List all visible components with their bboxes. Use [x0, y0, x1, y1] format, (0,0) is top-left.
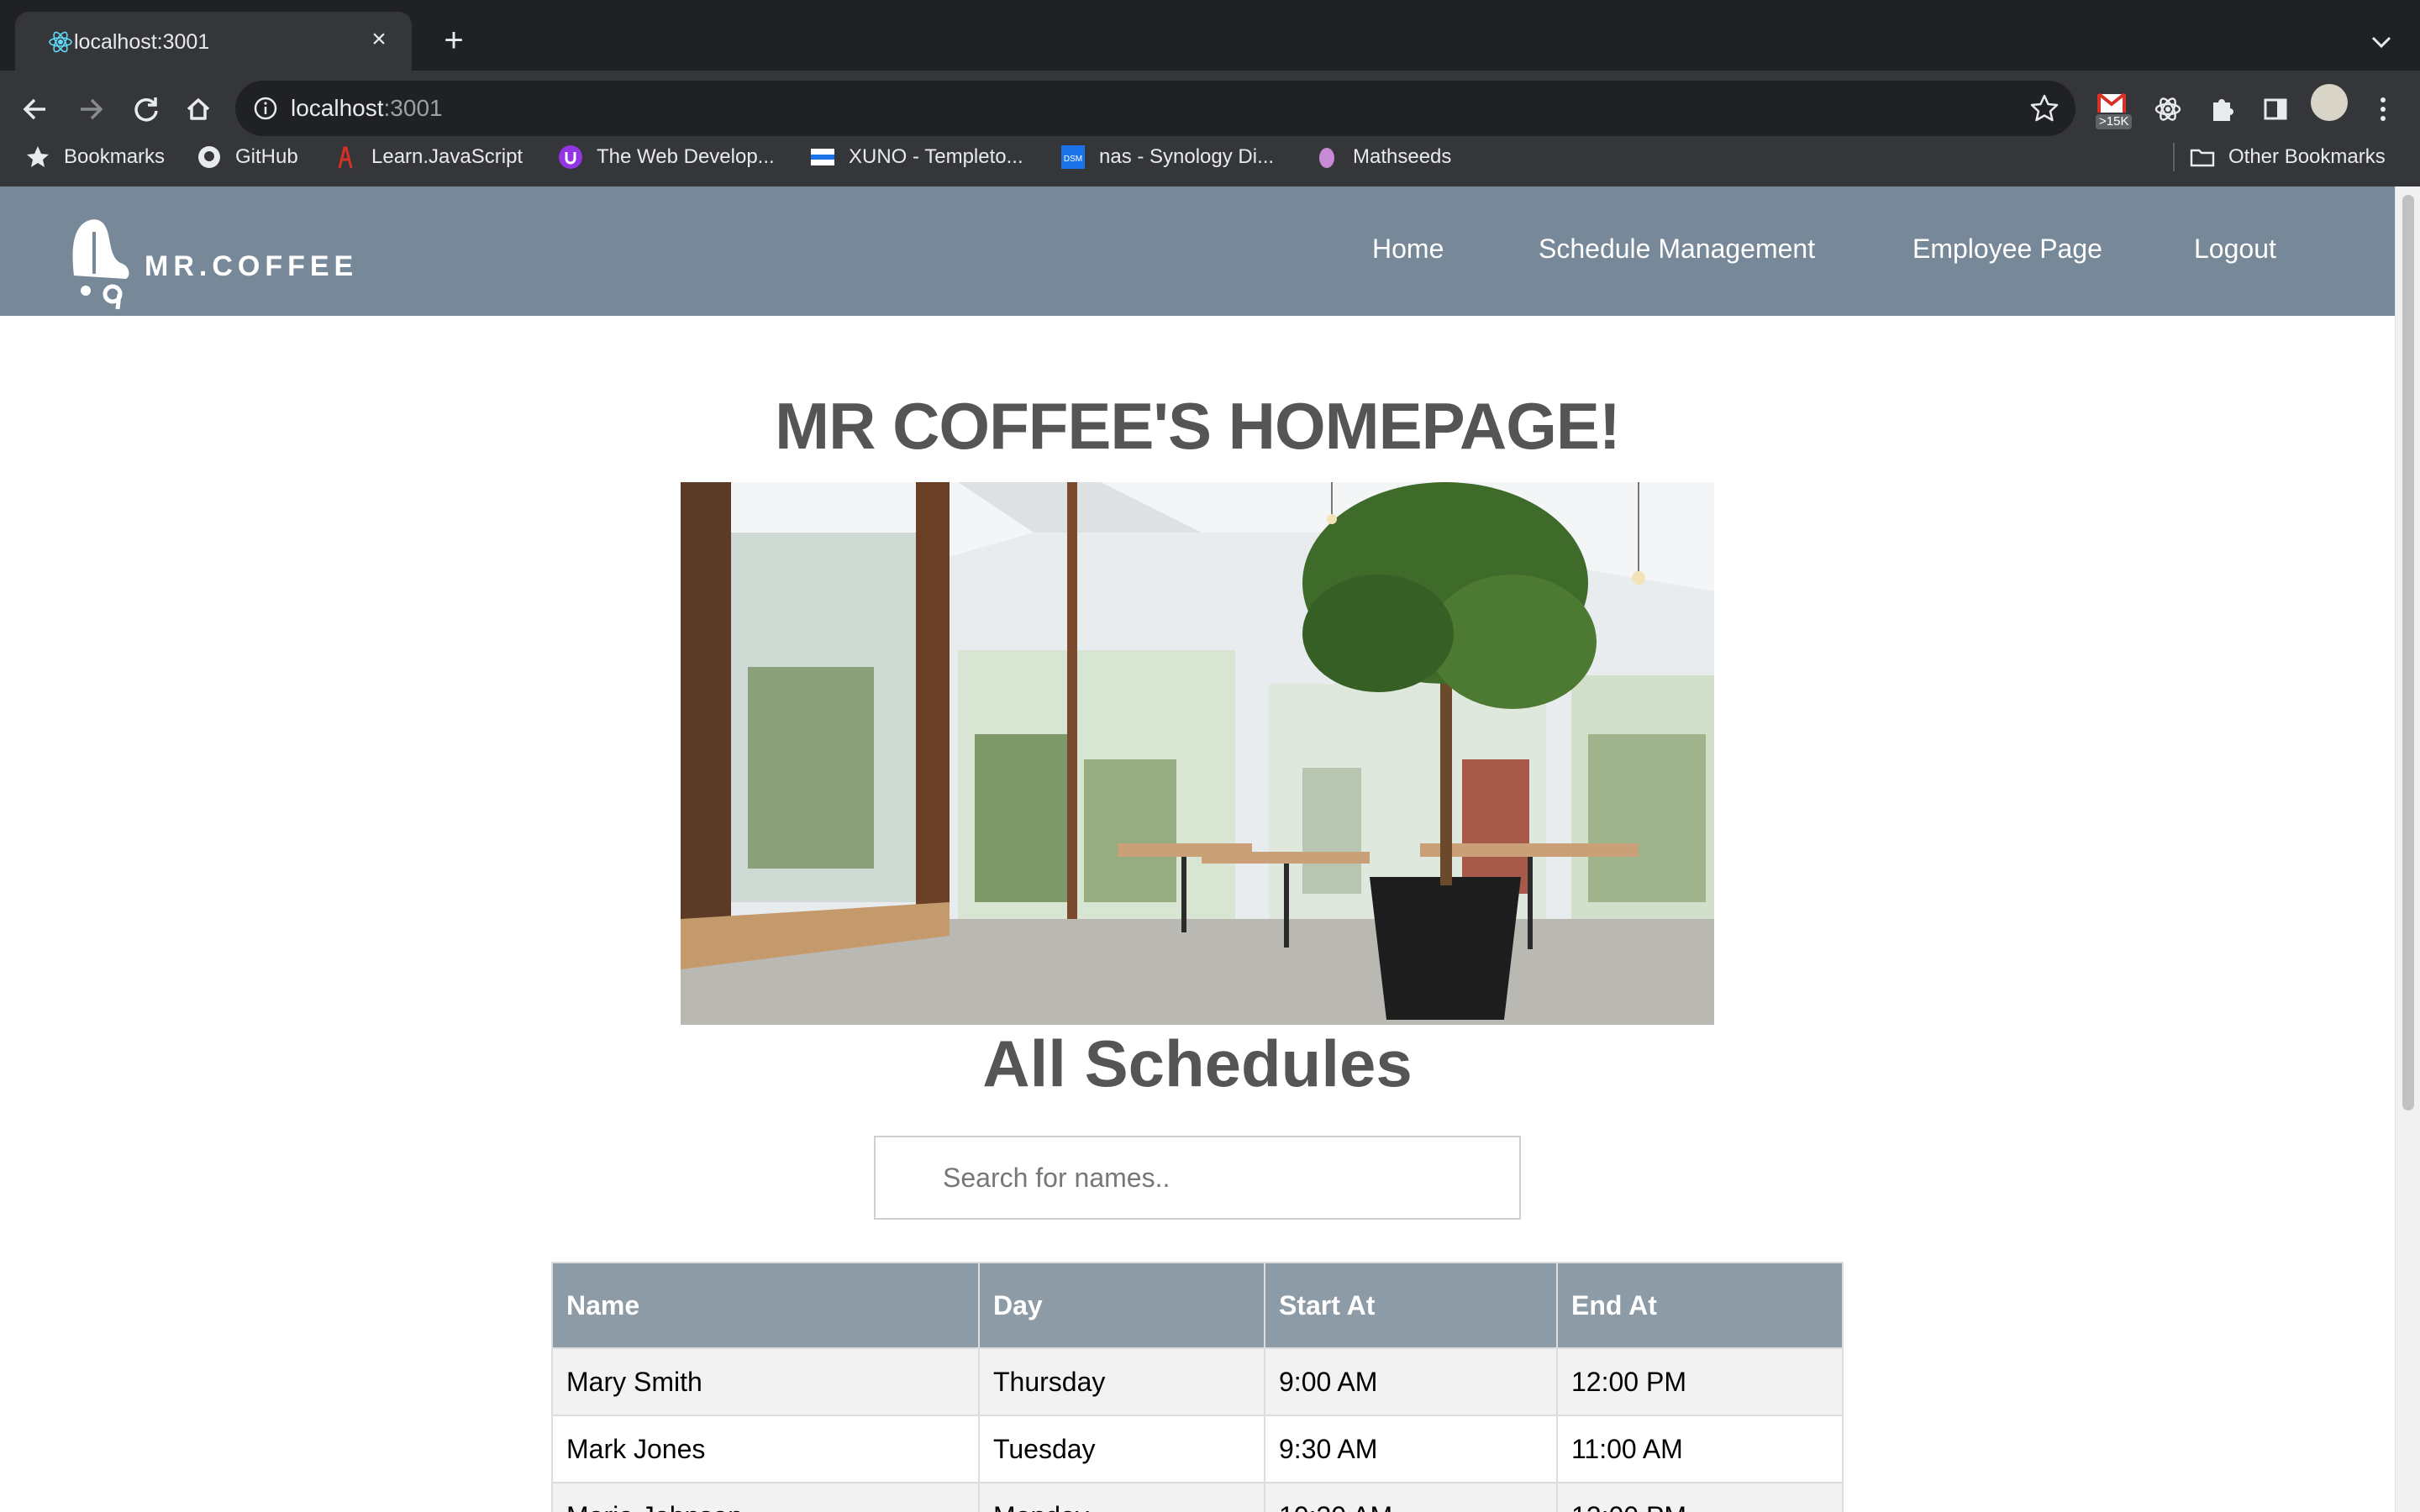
cafe-interior-image	[681, 482, 1714, 1025]
reload-icon[interactable]	[123, 86, 170, 133]
nav-home-link[interactable]: Home	[1372, 234, 1444, 265]
bookmark-label: The Web Develop...	[597, 145, 775, 168]
react-devtools-icon[interactable]	[2144, 86, 2191, 133]
column-header-start[interactable]: Start At	[1264, 1262, 1558, 1349]
svg-text:DSM: DSM	[1064, 155, 1082, 164]
table-row[interactable]: Maria Johnson Monday 10:30 AM 12:00 PM	[551, 1482, 1844, 1512]
cell-start: 10:30 AM	[1264, 1482, 1558, 1512]
bookmark-label: Bookmarks	[64, 145, 166, 168]
gmail-extension-icon[interactable]: >15K	[2089, 86, 2136, 133]
bookmark-label: XUNO - Templeto...	[849, 145, 1023, 168]
webdev-icon	[559, 145, 582, 169]
address-bar[interactable]: localhost:3001	[235, 81, 2075, 136]
bookmark-item[interactable]: GitHub	[197, 138, 298, 176]
page-scrollbar[interactable]	[2395, 186, 2420, 1512]
page-title: MR COFFEE'S HOMEPAGE!	[775, 389, 1621, 463]
table-header-row: Name Day Start At End At	[551, 1262, 1844, 1349]
info-icon[interactable]	[252, 95, 279, 122]
bookmark-star-icon[interactable]	[2028, 92, 2060, 124]
bookmark-label: Learn.JavaScript	[371, 145, 523, 168]
cell-end: 12:00 PM	[1556, 1347, 1844, 1416]
url-host: localhost	[291, 95, 384, 121]
bookmark-item[interactable]: DSM nas - Synology Di...	[1060, 138, 1274, 176]
bookmark-item[interactable]: The Web Develop...	[558, 138, 775, 176]
nav-schedule-management-link[interactable]: Schedule Management	[1539, 234, 1815, 265]
search-names-input[interactable]	[874, 1136, 1521, 1220]
column-header-end[interactable]: End At	[1556, 1262, 1844, 1349]
forward-icon[interactable]	[67, 86, 114, 133]
chevron-down-icon[interactable]	[2365, 25, 2398, 59]
url-port: :3001	[383, 95, 443, 121]
cell-name: Mary Smith	[551, 1347, 980, 1416]
mathseeds-icon	[1319, 148, 1334, 168]
back-icon[interactable]	[12, 86, 59, 133]
other-bookmarks-label: Other Bookmarks	[2228, 145, 2386, 168]
nav-logout-link[interactable]: Logout	[2194, 234, 2276, 265]
cell-end: 11:00 AM	[1556, 1415, 1844, 1483]
star-icon	[27, 146, 49, 167]
close-tab-icon[interactable]: ×	[365, 25, 393, 54]
cell-day: Thursday	[978, 1347, 1265, 1416]
browser-toolbar: localhost:3001 >15K	[0, 71, 2420, 200]
cell-name: Maria Johnson	[551, 1482, 980, 1512]
nav-employee-page-link[interactable]: Employee Page	[1912, 234, 2102, 265]
bookmark-item[interactable]: Learn.JavaScript	[333, 138, 523, 176]
mr-coffee-logo[interactable]: MR.COFFEE	[67, 213, 353, 311]
cell-day: Tuesday	[978, 1415, 1265, 1483]
tab-strip: localhost:3001 × +	[0, 0, 2420, 71]
bookmark-label: nas - Synology Di...	[1099, 145, 1275, 168]
scrollbar-thumb[interactable]	[2402, 195, 2414, 1110]
cell-day: Monday	[978, 1482, 1265, 1512]
react-icon	[49, 31, 72, 53]
cell-start: 9:30 AM	[1264, 1415, 1558, 1483]
site-navbar: MR.COFFEE Home Schedule Management Emplo…	[0, 186, 2395, 316]
more-menu-icon[interactable]	[2360, 86, 2407, 133]
puzzle-extensions-icon[interactable]	[2198, 86, 2245, 133]
coffee-logo-icon	[72, 219, 129, 310]
table-row[interactable]: Mary Smith Thursday 9:00 AM 12:00 PM	[551, 1347, 1844, 1416]
url-text[interactable]: localhost:3001	[291, 92, 443, 124]
bookmarks-divider	[2173, 143, 2175, 171]
folder-icon	[2190, 149, 2215, 167]
bookmark-label: GitHub	[235, 145, 298, 168]
bookmark-item[interactable]: Bookmarks	[25, 138, 165, 176]
cell-name: Mark Jones	[551, 1415, 980, 1483]
cell-end: 12:00 PM	[1556, 1482, 1844, 1512]
dsm-icon: DSM	[1061, 145, 1085, 169]
page-viewport: MR.COFFEE Home Schedule Management Emplo…	[0, 186, 2395, 1512]
logo-text: MR.COFFEE	[145, 250, 359, 282]
side-panel-icon[interactable]	[2252, 86, 2299, 133]
schedules-table: Name Day Start At End At Mary Smith Thur…	[551, 1262, 1844, 1512]
tab-title: localhost:3001	[74, 30, 210, 54]
xuno-icon	[811, 149, 834, 165]
github-icon	[198, 146, 220, 168]
cell-start: 9:00 AM	[1264, 1347, 1558, 1416]
column-header-name[interactable]: Name	[551, 1262, 980, 1349]
extension-badge: >15K	[2096, 114, 2133, 129]
schedules-heading: All Schedules	[982, 1026, 1413, 1100]
bookmark-item[interactable]: XUNO - Templeto...	[810, 138, 1023, 176]
new-tab-icon[interactable]: +	[437, 24, 471, 57]
profile-avatar[interactable]	[2311, 84, 2348, 121]
table-row[interactable]: Mark Jones Tuesday 9:30 AM 11:00 AM	[551, 1415, 1844, 1483]
bookmarks-bar: Bookmarks GitHub Learn.JavaScript The We…	[0, 138, 2420, 176]
bookmark-label: Mathseeds	[1353, 145, 1452, 168]
other-bookmarks[interactable]: Other Bookmarks	[2190, 138, 2386, 176]
javascript-icon	[338, 146, 353, 169]
browser-tab[interactable]: localhost:3001 ×	[15, 12, 412, 71]
bookmark-item[interactable]: Mathseeds	[1314, 138, 1451, 176]
home-icon[interactable]	[175, 86, 222, 133]
column-header-day[interactable]: Day	[978, 1262, 1265, 1349]
